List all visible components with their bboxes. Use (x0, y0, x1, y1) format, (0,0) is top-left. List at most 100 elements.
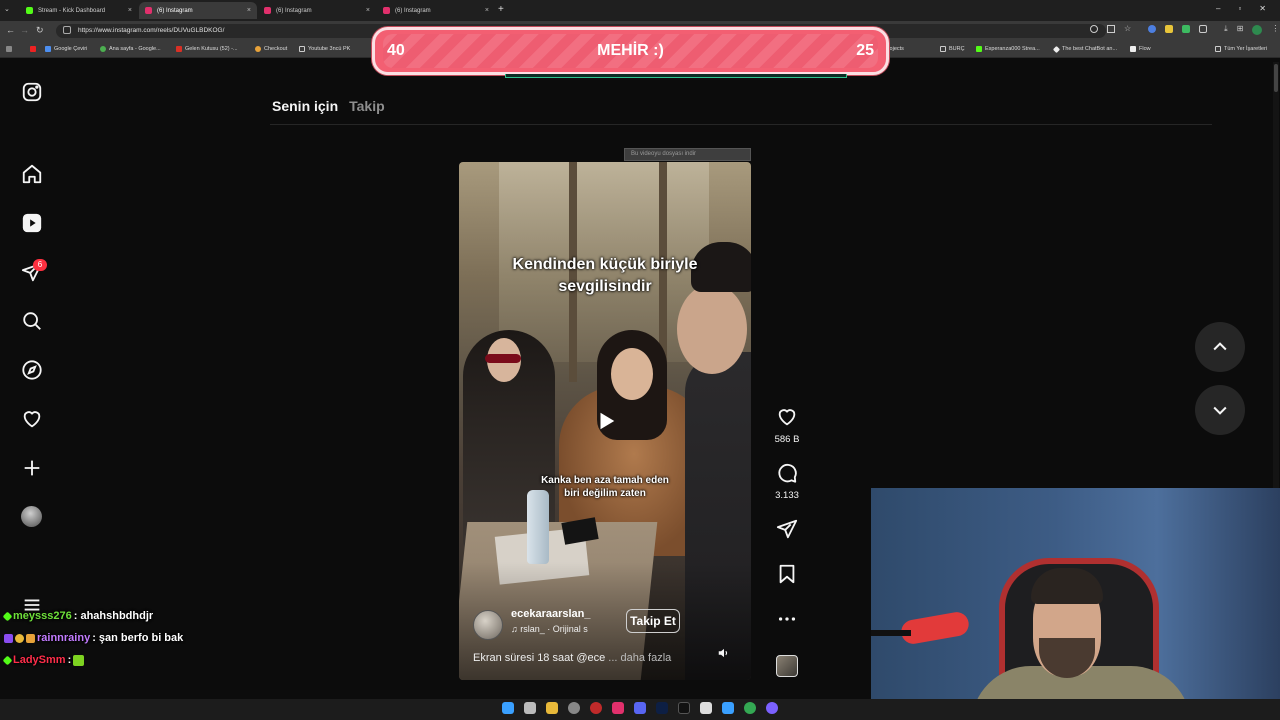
profile-avatar[interactable] (1252, 25, 1263, 35)
like-button[interactable]: 586 B (772, 406, 802, 445)
create-plus-icon[interactable] (20, 456, 43, 479)
explore-compass-icon[interactable] (20, 358, 43, 381)
subtitle-line: biri değilim zaten (564, 488, 646, 499)
next-reel-button[interactable] (1195, 385, 1245, 435)
all-bookmarks-folder[interactable]: Tüm Yer İşaretleri (1215, 46, 1267, 52)
browser-tab-instagram-3[interactable]: (6) Instagram × (377, 2, 495, 19)
save-button[interactable] (772, 563, 802, 590)
settings-gear-icon[interactable] (568, 702, 580, 714)
bookmark-folder[interactable]: BURÇ (940, 46, 965, 52)
bookmark-item[interactable]: Gelen Kutusu (52) -... (176, 46, 238, 52)
tab-groups-icon[interactable]: ⊞ (1237, 25, 1244, 35)
menu-kebab-icon[interactable]: ⋮ (1271, 25, 1279, 35)
site-info-icon[interactable] (63, 26, 71, 34)
more-options-button[interactable] (772, 608, 802, 635)
opera-icon[interactable] (590, 702, 602, 714)
reel-video[interactable]: Kendinden küçük biriyle sevgilisindir Ka… (459, 162, 751, 680)
bookmark-star-icon[interactable]: ☆ (1124, 25, 1131, 35)
browser-tab-title: Stream - Kick Dashboard (38, 7, 106, 14)
chat-text: : (67, 654, 72, 666)
tiktok-icon[interactable] (678, 702, 690, 714)
bookmark-label: Youtube 3ncü PK (308, 46, 351, 52)
search-icon[interactable] (20, 309, 43, 332)
chat-badge-icon (15, 633, 24, 643)
apps-icon[interactable] (6, 46, 12, 52)
bookmark-item[interactable]: Checkout (255, 46, 287, 52)
home-icon[interactable] (20, 162, 43, 185)
follow-button[interactable]: Takip Et (626, 609, 680, 633)
photoshop-icon[interactable] (656, 702, 668, 714)
cast-icon[interactable] (1107, 25, 1115, 33)
chat-badge-icon (4, 633, 13, 643)
browser-tab-title: (6) Instagram (276, 7, 312, 14)
extension-icon-1[interactable] (1148, 25, 1157, 33)
share-button[interactable] (772, 518, 802, 545)
close-tab-icon[interactable]: × (485, 7, 489, 14)
instagram-favicon-icon (264, 7, 271, 14)
tab-for-you[interactable]: Senin için (272, 98, 338, 114)
zoom-icon[interactable] (1090, 25, 1098, 33)
maximize-icon[interactable]: ▫ (1238, 4, 1241, 13)
reel-username[interactable]: ecekaraarslan_ (511, 608, 591, 620)
volume-icon[interactable] (717, 646, 731, 660)
bookmark-item[interactable]: The best ChatBot an... (1052, 45, 1117, 53)
progress-bar-stub (505, 74, 847, 78)
more-link[interactable]: ... daha fazla (608, 652, 671, 664)
close-tab-icon[interactable]: × (128, 7, 132, 14)
share-icon (776, 519, 798, 539)
notepad-icon[interactable] (700, 702, 712, 714)
video-download-banner[interactable]: Bu videoyu dosyası indir (624, 148, 751, 161)
discord-icon[interactable] (634, 702, 646, 714)
original-audio-thumbnail[interactable] (776, 655, 798, 677)
browser-tab-title: (6) Instagram (157, 7, 193, 14)
obs-icon[interactable] (766, 702, 778, 714)
notifications-heart-icon[interactable] (20, 407, 43, 430)
minimize-icon[interactable]: – (1216, 4, 1220, 13)
tab-following[interactable]: Takip (349, 98, 385, 114)
instagram-app-icon[interactable] (612, 702, 624, 714)
browser-tab-instagram-active[interactable]: (6) Instagram × (139, 2, 257, 19)
reload-icon[interactable]: ↻ (36, 25, 44, 36)
extension-icon-2[interactable] (1165, 25, 1174, 33)
reel-audio-link[interactable]: ♫ rslan_ · Orijinal s (511, 624, 588, 634)
comment-icon (778, 463, 797, 483)
tab-search-chevron-icon[interactable]: ⌄ (4, 5, 14, 15)
instagram-logo-icon[interactable] (20, 80, 43, 103)
new-tab-button[interactable]: + (498, 4, 504, 15)
feed-tabs: Senin için Takip (272, 98, 385, 114)
close-tab-icon[interactable]: × (247, 7, 251, 14)
forward-icon[interactable]: → (20, 25, 29, 35)
reel-user-avatar[interactable] (473, 610, 503, 640)
instagram-favicon-icon (145, 7, 152, 14)
chevron-up-icon (1213, 342, 1227, 351)
bookmark-folder[interactable]: Youtube 3ncü PK (299, 46, 350, 52)
extensions-puzzle-icon[interactable] (1199, 25, 1208, 33)
start-menu-icon[interactable] (502, 702, 514, 714)
chrome-icon[interactable] (744, 702, 756, 714)
bookmark-youtube[interactable] (30, 46, 36, 52)
browser-tab-kick-dashboard[interactable]: Stream - Kick Dashboard × (20, 2, 138, 19)
task-view-icon[interactable] (524, 702, 536, 714)
bookmark-label: Flow (1139, 46, 1151, 52)
scrollbar-thumb[interactable] (1274, 64, 1278, 92)
download-icon[interactable]: ⤓ (1224, 25, 1228, 35)
reels-icon[interactable] (20, 211, 43, 234)
close-tab-icon[interactable]: × (366, 7, 370, 14)
bookmark-item[interactable]: Google Çeviri (45, 46, 87, 52)
profile-avatar[interactable] (20, 505, 43, 528)
bookmark-item[interactable]: Ana sayfa - Google... (100, 46, 161, 52)
bookmark-label: Ana sayfa - Google... (109, 46, 161, 52)
play-icon[interactable] (595, 410, 617, 432)
back-icon[interactable]: ← (6, 25, 15, 35)
bookmark-item[interactable]: Flow (1130, 46, 1151, 52)
bookmark-label: Esperanza000 Strea... (985, 46, 1040, 52)
feed-divider (270, 124, 1212, 125)
close-window-icon[interactable]: ✕ (1259, 4, 1266, 13)
file-explorer-icon[interactable] (546, 702, 558, 714)
extension-icon-3[interactable] (1182, 25, 1191, 33)
bookmark-item[interactable]: Esperanza000 Strea... (976, 46, 1040, 52)
browser-tab-instagram-2[interactable]: (6) Instagram × (258, 2, 376, 19)
calculator-icon[interactable] (722, 702, 734, 714)
previous-reel-button[interactable] (1195, 322, 1245, 372)
comment-button[interactable]: 3.133 (772, 462, 802, 501)
